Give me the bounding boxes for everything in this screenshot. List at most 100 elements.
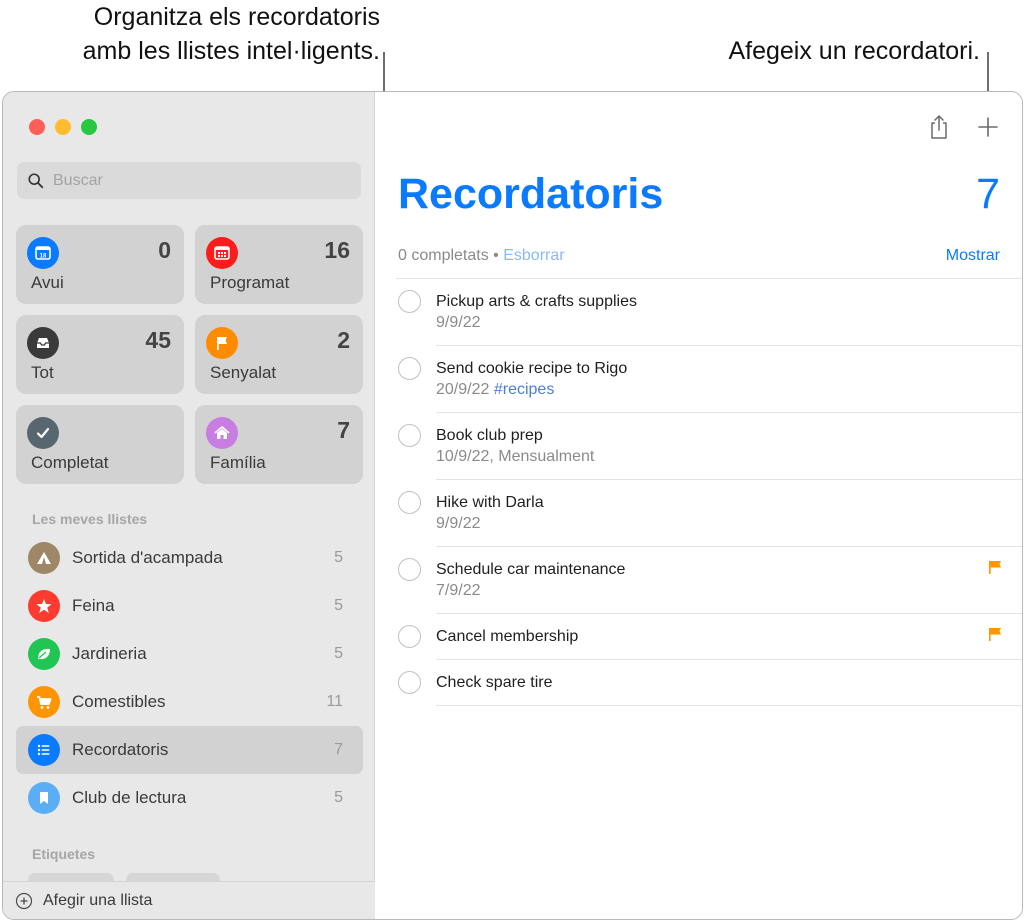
callout-line-2: amb les llistes intel·ligents. [82,37,380,65]
search-field[interactable] [17,162,361,199]
reminder-item[interactable]: Book club prep 10/9/22, Mensualment [398,413,1022,480]
list-count: 5 [334,645,343,662]
complete-checkbox[interactable] [398,625,421,648]
search-input[interactable] [53,171,333,190]
reminder-item[interactable]: Hike with Darla 9/9/22 [398,480,1022,547]
reminder-tag[interactable]: #recipes [494,381,554,398]
reminder-title[interactable]: Pickup arts & crafts supplies [436,279,1022,312]
reminder-date: 20/9/22 [436,381,490,398]
list-count: 5 [334,597,343,614]
flag-icon[interactable] [988,560,1002,574]
reminder-item[interactable]: Check spare tire [398,660,1022,706]
checkmark-icon [27,417,59,449]
smart-list-label: Avui [31,273,64,292]
reminder-title[interactable]: Cancel membership [436,614,1022,659]
smart-list-completed[interactable]: Completat [16,405,184,484]
smart-list-label: Família [210,453,266,472]
smart-list-label: Completat [31,453,109,472]
reminders-window: 18 0 Avui 16 Programat 45 Tot [2,91,1023,920]
reminder-item[interactable]: Pickup arts & crafts supplies 9/9/22 [398,279,1022,346]
flag-icon[interactable] [988,627,1002,641]
reminder-title[interactable]: Check spare tire [436,660,1022,705]
separator: • [488,247,504,264]
list-item-work[interactable]: Feina 5 [16,582,363,630]
reminder-title[interactable]: Send cookie recipe to Rigo [436,346,1022,379]
smart-list-family[interactable]: 7 Família [195,405,363,484]
calendar-today-icon: 18 [27,237,59,269]
complete-checkbox[interactable] [398,424,421,447]
show-completed-button[interactable]: Mostrar [946,247,1000,265]
reminder-item[interactable]: Send cookie recipe to Rigo 20/9/22 #reci… [398,346,1022,413]
add-reminder-button[interactable] [973,112,1003,142]
list-item-camping[interactable]: Sortida d'acampada 5 [16,534,363,582]
my-lists-header: Les meves llistes [32,511,148,527]
smart-list-label: Tot [31,363,54,382]
complete-checkbox[interactable] [398,558,421,581]
list-title: Recordatoris [398,170,664,218]
tent-icon [28,542,60,574]
complete-checkbox[interactable] [398,290,421,313]
main-content: Recordatoris 7 0 completats • Esborrar M… [376,92,1022,919]
callout-add-reminder: Afegeix un recordatori. [728,37,980,65]
list-name: Sortida d'acampada [72,548,223,567]
smart-list-today[interactable]: 18 0 Avui [16,225,184,304]
list-item-groceries[interactable]: Comestibles 11 [16,678,363,726]
list-name: Jardineria [72,644,147,663]
bookmark-icon [28,782,60,814]
list-count: 5 [334,789,343,806]
list-count: 7 [334,741,343,758]
callout-line-1: Organitza els recordatoris [93,3,380,31]
completed-summary: 0 completats • Esborrar [398,247,565,265]
leaf-icon [28,638,60,670]
smart-list-count: 2 [337,327,350,353]
svg-text:18: 18 [40,254,47,260]
smart-list-label: Senyalat [210,363,277,382]
sidebar: 18 0 Avui 16 Programat 45 Tot [3,92,375,919]
list-name: Feina [72,596,115,615]
list-name: Club de lectura [72,788,187,807]
callout-smart-lists: Organitza els recordatoris amb les llist… [20,0,380,68]
smart-list-scheduled[interactable]: 16 Programat [195,225,363,304]
reminder-item[interactable]: Cancel membership [398,614,1022,660]
complete-checkbox[interactable] [398,357,421,380]
reminder-list: Pickup arts & crafts supplies 9/9/22 Sen… [376,279,1022,706]
close-window-button[interactable] [29,119,45,135]
search-icon [28,172,44,188]
reminder-title[interactable]: Hike with Darla [436,480,1022,513]
reminder-date: 10/9/22, Mensualment [436,448,595,465]
reminder-date: 7/9/22 [436,582,481,599]
list-item-gardening[interactable]: Jardineria 5 [16,630,363,678]
smart-list-count: 45 [145,327,171,353]
tags-header: Etiquetes [32,846,96,862]
smart-list-all[interactable]: 45 Tot [16,315,184,394]
plus-circle-icon [15,892,33,909]
list-name: Comestibles [72,692,166,711]
cart-icon [28,686,60,718]
flag-icon [206,327,238,359]
reminder-title[interactable]: Book club prep [436,413,1022,446]
plus-icon [978,117,998,137]
zoom-window-button[interactable] [81,119,97,135]
clear-completed-link[interactable]: Esborrar [503,247,564,264]
list-count: 11 [326,693,343,710]
calendar-icon [206,237,238,269]
smart-lists-grid: 18 0 Avui 16 Programat 45 Tot 2 Senyalat… [16,225,363,484]
reminder-title[interactable]: Schedule car maintenance [436,547,1022,580]
smart-list-count: 16 [324,237,350,263]
add-list-button[interactable]: Afegir una llista [3,881,375,919]
complete-checkbox[interactable] [398,671,421,694]
reminder-item[interactable]: Schedule car maintenance 7/9/22 [398,547,1022,614]
complete-checkbox[interactable] [398,491,421,514]
list-count: 5 [334,549,343,566]
minimize-window-button[interactable] [55,119,71,135]
list-item-reminders[interactable]: Recordatoris 7 [16,726,363,774]
my-lists: Sortida d'acampada 5 Feina 5 Jardineria … [16,534,363,822]
list-count-large: 7 [976,170,1000,218]
smart-list-flagged[interactable]: 2 Senyalat [195,315,363,394]
star-icon [28,590,60,622]
completed-count: 0 completats [398,247,489,264]
share-button[interactable] [924,112,954,142]
list-item-book-club[interactable]: Club de lectura 5 [16,774,363,822]
list-name: Recordatoris [72,740,169,759]
smart-list-count: 7 [337,417,350,443]
